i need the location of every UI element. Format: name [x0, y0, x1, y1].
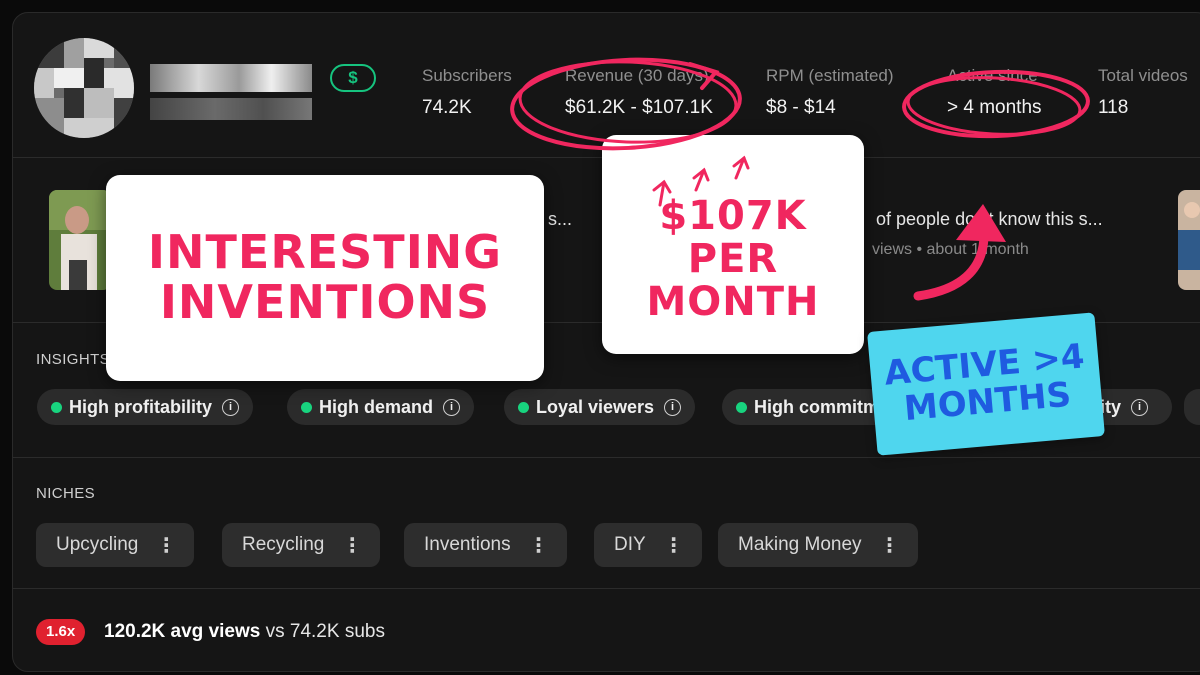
- more-options-icon[interactable]: ⋮: [156, 533, 176, 558]
- niche-recycling[interactable]: Recycling ⋮: [222, 523, 381, 567]
- stat-active-since: Active since > 4 months: [947, 66, 1042, 119]
- stat-label: Active since: [947, 66, 1038, 85]
- sticker-text: ACTIVE >4 MONTHS: [882, 336, 1086, 430]
- niches-label: NICHES: [36, 485, 96, 502]
- more-options-icon[interactable]: ⋮: [529, 533, 549, 558]
- overlay-title-text: INTERESTING INVENTIONS: [147, 225, 503, 329]
- channel-name-redacted[interactable]: [150, 64, 312, 92]
- insight-label: Loyal viewers: [536, 396, 655, 417]
- stat-subscribers: Subscribers 74.2K: [422, 66, 512, 119]
- info-icon[interactable]: i: [664, 398, 682, 416]
- info-icon[interactable]: i: [222, 398, 239, 416]
- status-dot-icon: [736, 401, 747, 413]
- pixelated-avatar-icon: [34, 38, 134, 138]
- insights-label: INSIGHTS: [36, 351, 111, 368]
- niche-label: Inventions: [424, 534, 511, 555]
- info-icon[interactable]: i: [1131, 398, 1149, 416]
- stat-total-videos: Total videos 118: [1098, 66, 1188, 119]
- avg-views: 120.2K avg views: [104, 621, 261, 642]
- stat-value: $61.2K - $107.1K: [565, 97, 713, 118]
- stat-rpm: RPM (estimated) $8 - $14: [766, 66, 894, 119]
- niche-label: Recycling: [242, 534, 325, 555]
- video-thumbnail-2[interactable]: [1178, 190, 1200, 290]
- more-options-icon[interactable]: ⋮: [880, 533, 900, 558]
- overlay-card-title: INTERESTING INVENTIONS: [106, 175, 544, 381]
- stat-label: Total videos: [1098, 66, 1188, 85]
- thumbnail-image-icon: [49, 190, 111, 290]
- niche-inventions[interactable]: Inventions ⋮: [404, 523, 567, 567]
- insight-label: High profitability: [69, 396, 212, 417]
- channel-handle-redacted: [150, 98, 312, 120]
- status-dot-icon: [518, 401, 529, 413]
- stat-label: RPM (estimated): [766, 66, 894, 85]
- views-ratio-badge: 1.6x: [36, 619, 86, 645]
- divider: [12, 457, 1200, 458]
- stat-value: > 4 months: [947, 97, 1042, 118]
- insight-high-demand[interactable]: High demand i: [287, 389, 475, 425]
- niche-making-money[interactable]: Making Money ⋮: [718, 523, 918, 567]
- status-dot-icon: [51, 401, 62, 413]
- video-thumbnail-1[interactable]: [49, 190, 111, 290]
- info-icon[interactable]: i: [443, 398, 461, 416]
- insight-label: High demand: [319, 396, 434, 417]
- stat-revenue: Revenue (30 days) $61.2K - $107.1K: [565, 66, 713, 119]
- video-title[interactable]: s...: [548, 209, 572, 230]
- niche-upcycling[interactable]: Upcycling ⋮: [36, 523, 195, 567]
- insight-loyal-viewers[interactable]: Loyal viewers i: [504, 389, 696, 425]
- video-title[interactable]: of people don't know this s...: [876, 209, 1103, 230]
- thumbnail-image-icon: [1178, 190, 1200, 290]
- video-meta: views • about 1 month: [872, 241, 1029, 258]
- views-ratio-text: 120.2K avg views vs 74.2K subs: [104, 621, 385, 643]
- more-options-icon[interactable]: ⋮: [664, 533, 684, 558]
- monetized-badge: $: [330, 64, 376, 92]
- stat-label: Revenue (30 days): [565, 66, 709, 85]
- stat-label: Subscribers: [422, 66, 512, 85]
- stat-value: $8 - $14: [766, 97, 836, 118]
- status-dot-icon: [301, 401, 312, 413]
- subs-comparison: vs 74.2K subs: [265, 621, 385, 642]
- insight-high-profitability[interactable]: High profitability i: [37, 389, 253, 425]
- active-months-sticker: ACTIVE >4 MONTHS: [867, 312, 1105, 456]
- stat-value: 118: [1098, 97, 1129, 118]
- channel-avatar[interactable]: [34, 38, 134, 138]
- niche-diy[interactable]: DIY ⋮: [594, 523, 702, 567]
- overlay-card-revenue: $107K PER MONTH: [602, 135, 864, 354]
- niche-label: DIY: [614, 534, 646, 555]
- stat-value: 74.2K: [422, 97, 472, 118]
- niche-label: Making Money: [738, 534, 862, 555]
- divider: [12, 588, 1200, 589]
- more-options-icon[interactable]: ⋮: [342, 533, 362, 558]
- overlay-revenue-text: $107K PER MONTH: [646, 192, 820, 326]
- niche-label: Upcycling: [56, 534, 139, 555]
